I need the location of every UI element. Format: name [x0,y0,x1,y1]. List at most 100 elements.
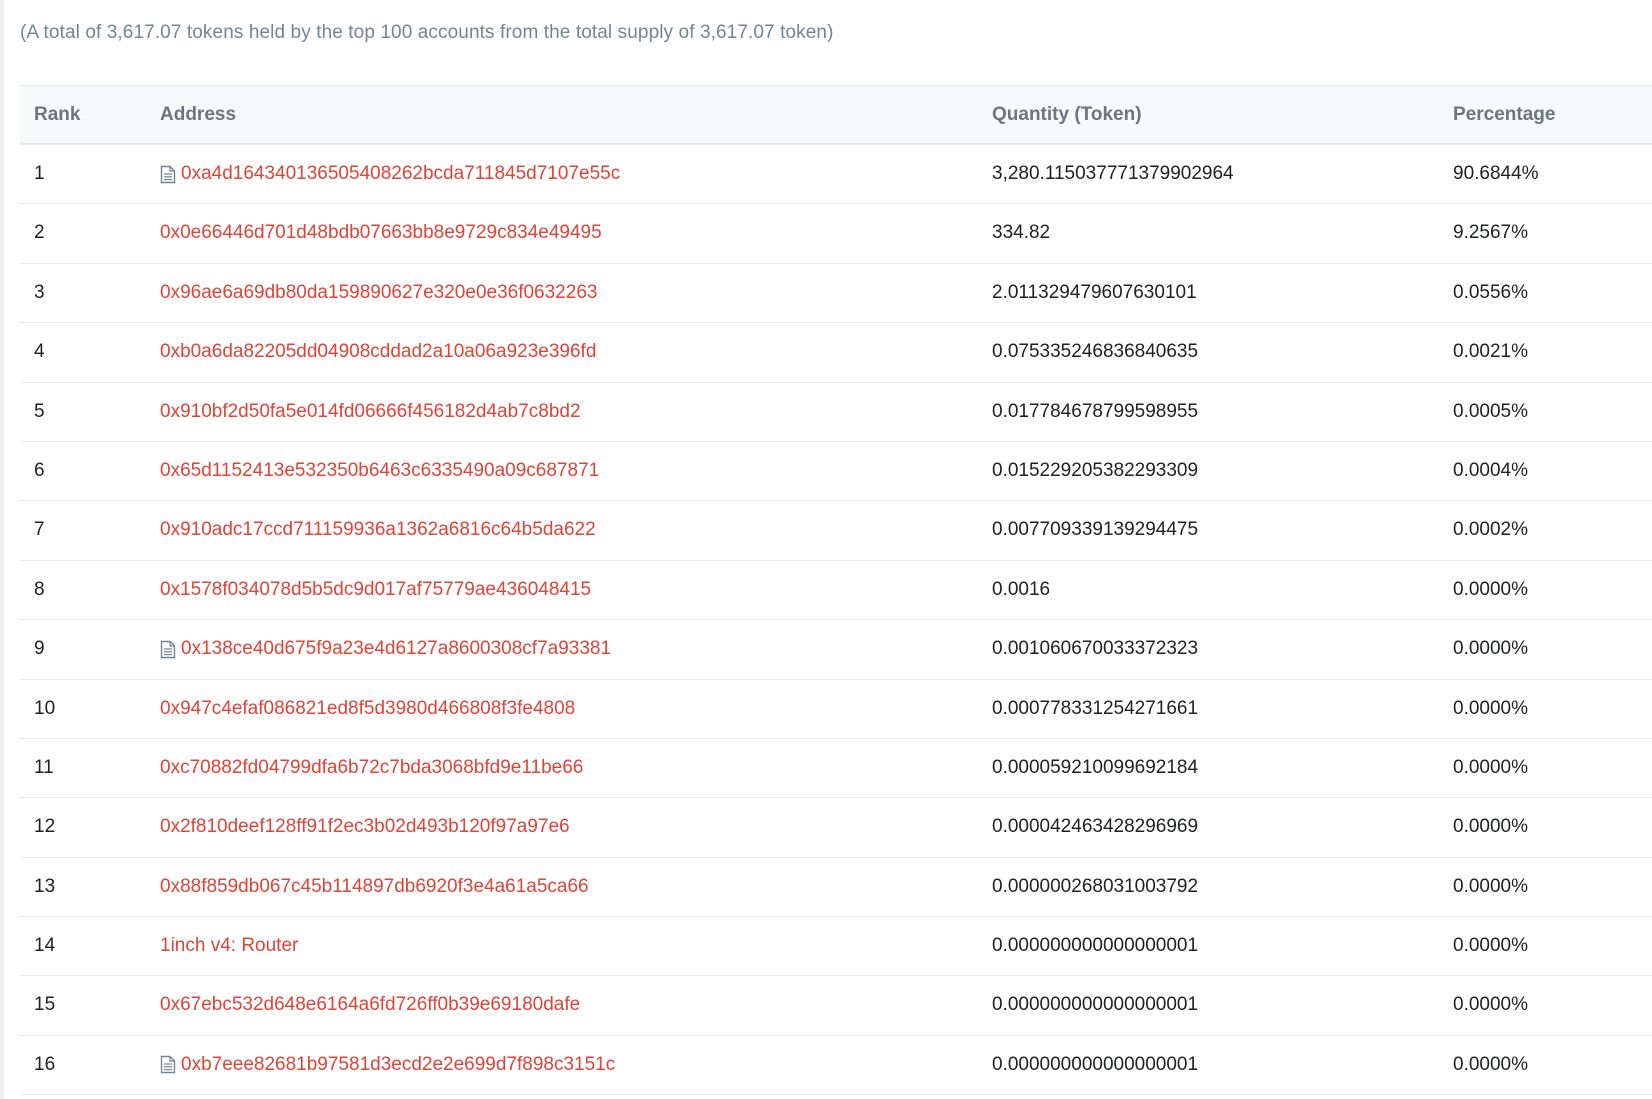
address-text: 0x0e66446d701d48bdb07663bb8e9729c834e494… [160,222,602,244]
address-text: 0x88f859db067c45b114897db6920f3e4a61a5ca… [160,875,589,897]
address-text: 0x65d1152413e532350b6463c6335490a09c6878… [160,459,600,481]
address-link[interactable]: 0x0e66446d701d48bdb07663bb8e9729c834e494… [160,204,602,262]
address-text: 0x96ae6a69db80da159890627e320e0e36f06322… [160,281,598,303]
rank-cell: 9 [34,638,45,660]
document-icon [160,1055,176,1074]
percentage-cell: 0.0004% [1453,459,1529,481]
quantity-cell: 334.82 [992,222,1051,244]
percentage-cell: 0.0005% [1453,400,1529,422]
address-link[interactable]: 0xb7eee82681b97581d3ecd2e2e699d7f898c315… [160,1036,615,1094]
address-text: 0x2f810deef128ff91f2ec3b02d493b120f97a97… [160,816,570,838]
quantity-cell: 0.000059210099692184 [992,756,1199,778]
address-cell: 0xa4d164340136505408262bcda711845d7107e5… [160,145,620,208]
address-text: 0x67ebc532d648e6164a6fd726ff0b39e69180da… [160,994,581,1016]
table-row: 9 0x138ce40d675f9a23e4d6127a8600308cf7a9… [20,620,1652,680]
quantity-cell: 0.001060670033372323 [992,638,1199,660]
percentage-cell: 0.0002% [1453,519,1529,541]
address-link[interactable]: 0x138ce40d675f9a23e4d6127a8600308cf7a933… [160,620,611,678]
address-link[interactable]: 0xb0a6da82205dd04908cddad2a10a06a923e396… [160,323,596,381]
table-row: 14 1inch v4: Router 0.000000000000000001… [20,917,1652,977]
table-row: 4 0xb0a6da82205dd04908cddad2a10a06a923e3… [20,323,1652,383]
table-row: 12 0x2f810deef128ff91f2ec3b02d493b120f97… [20,798,1652,858]
address-link[interactable]: 1inch v4: Router [160,917,298,975]
quantity-cell: 0.000000000000000001 [992,994,1199,1016]
header-percentage: Percentage [1453,104,1556,125]
percentage-cell: 9.2567% [1453,222,1529,244]
address-text: 0xb0a6da82205dd04908cddad2a10a06a923e396… [160,341,597,363]
table-row: 10 0x947c4efaf086821ed8f5d3980d466808f3f… [20,680,1652,739]
address-link[interactable]: 0xa4d164340136505408262bcda711845d7107e5… [160,145,620,203]
rank-cell: 16 [34,1053,56,1075]
quantity-cell: 0.007709339139294475 [992,519,1199,541]
rank-cell: 8 [34,578,45,600]
percentage-cell: 0.0000% [1453,756,1529,778]
address-link[interactable]: 0x947c4efaf086821ed8f5d3980d466808f3fe48… [160,680,575,738]
document-icon [160,165,176,184]
rank-cell: 1 [34,163,45,184]
table-row: 13 0x88f859db067c45b114897db6920f3e4a61a… [20,858,1652,918]
address-cell: 0x67ebc532d648e6164a6fd726ff0b39e69180da… [160,976,580,1034]
header-quantity: Quantity (Token) [992,104,1142,125]
percentage-cell: 90.6844% [1453,163,1539,184]
address-cell: 0x910bf2d50fa5e014fd06666f456182d4ab7c8b… [160,383,581,441]
percentage-cell: 0.0000% [1453,638,1529,660]
header-rank: Rank [34,104,81,125]
address-cell: 0x88f859db067c45b114897db6920f3e4a61a5ca… [160,858,589,916]
address-text: 0xa4d164340136505408262bcda711845d7107e5… [181,163,621,184]
percentage-cell: 0.0000% [1453,697,1529,719]
rank-cell: 13 [34,875,56,897]
rank-cell: 5 [34,400,45,422]
percentage-cell: 0.0000% [1453,994,1529,1016]
holders-summary: (A total of 3,617.07 tokens held by the … [20,22,834,43]
rank-cell: 11 [34,756,54,778]
quantity-cell: 0.017784678799598955 [992,400,1199,422]
address-link[interactable]: 0x67ebc532d648e6164a6fd726ff0b39e69180da… [160,976,580,1034]
quantity-cell: 0.075335246836840635 [992,341,1199,363]
address-link[interactable]: 0x910bf2d50fa5e014fd06666f456182d4ab7c8b… [160,383,581,441]
header-address: Address [160,104,237,125]
table-row: 5 0x910bf2d50fa5e014fd06666f456182d4ab7c… [20,383,1652,442]
percentage-cell: 0.0000% [1453,578,1529,600]
address-text: 0xb7eee82681b97581d3ecd2e2e699d7f898c315… [181,1053,616,1075]
address-cell: 0x1578f034078d5b5dc9d017af75779ae4360484… [160,561,591,619]
rank-cell: 12 [34,816,56,838]
address-text: 0x910bf2d50fa5e014fd06666f456182d4ab7c8b… [160,400,581,422]
address-cell: 0xb0a6da82205dd04908cddad2a10a06a923e396… [160,323,596,381]
address-text: 0x947c4efaf086821ed8f5d3980d466808f3fe48… [160,697,576,719]
percentage-cell: 0.0000% [1453,1053,1529,1075]
rank-cell: 7 [34,519,45,541]
percentage-cell: 0.0021% [1453,341,1529,363]
address-link[interactable]: 0x2f810deef128ff91f2ec3b02d493b120f97a97… [160,798,570,856]
address-cell: 0x910adc17ccd711159936a1362a6816c64b5da6… [160,501,596,559]
address-link[interactable]: 0x88f859db067c45b114897db6920f3e4a61a5ca… [160,858,589,916]
quantity-cell: 0.000000000000000001 [992,935,1199,957]
address-text: 0x138ce40d675f9a23e4d6127a8600308cf7a933… [181,638,612,660]
table-row: 8 0x1578f034078d5b5dc9d017af75779ae43604… [20,561,1652,621]
address-link[interactable]: 0x1578f034078d5b5dc9d017af75779ae4360484… [160,561,591,619]
table-row: 11 0xc70882fd04799dfa6b72c7bda3068bfd9e1… [20,739,1652,799]
table-body: 1 0xa4d164340136505408262bcda711845d7107… [20,145,1652,1096]
rank-cell: 3 [34,281,45,303]
percentage-cell: 0.0000% [1453,816,1529,838]
address-cell: 1inch v4: Router [160,917,298,975]
address-link[interactable]: 0x65d1152413e532350b6463c6335490a09c6878… [160,442,599,500]
percentage-cell: 0.0000% [1453,875,1529,897]
address-text: 0x1578f034078d5b5dc9d017af75779ae4360484… [160,578,592,600]
address-link[interactable]: 0x910adc17ccd711159936a1362a6816c64b5da6… [160,501,596,559]
table-row: 2 0x0e66446d701d48bdb07663bb8e9729c834e4… [20,204,1652,264]
address-text: 0xc70882fd04799dfa6b72c7bda3068bfd9e11be… [160,756,584,778]
quantity-cell: 0.000000268031003792 [992,875,1199,897]
address-cell: 0x0e66446d701d48bdb07663bb8e9729c834e494… [160,204,602,262]
address-link[interactable]: 0xc70882fd04799dfa6b72c7bda3068bfd9e11be… [160,739,583,797]
address-text: 0x910adc17ccd711159936a1362a6816c64b5da6… [160,519,596,541]
address-cell: 0xc70882fd04799dfa6b72c7bda3068bfd9e11be… [160,739,583,797]
rank-cell: 14 [34,935,56,957]
address-link[interactable]: 0x96ae6a69db80da159890627e320e0e36f06322… [160,264,597,322]
rank-cell: 2 [34,222,45,244]
table-row: 7 0x910adc17ccd711159936a1362a6816c64b5d… [20,501,1652,561]
address-cell: 0x65d1152413e532350b6463c6335490a09c6878… [160,442,599,500]
table-row: 16 0xb7eee82681b97581d3ecd2e2e699d7f898c… [20,1036,1652,1096]
document-icon [160,640,176,659]
table-row: 6 0x65d1152413e532350b6463c6335490a09c68… [20,442,1652,502]
address-cell: 0x138ce40d675f9a23e4d6127a8600308cf7a933… [160,620,611,683]
